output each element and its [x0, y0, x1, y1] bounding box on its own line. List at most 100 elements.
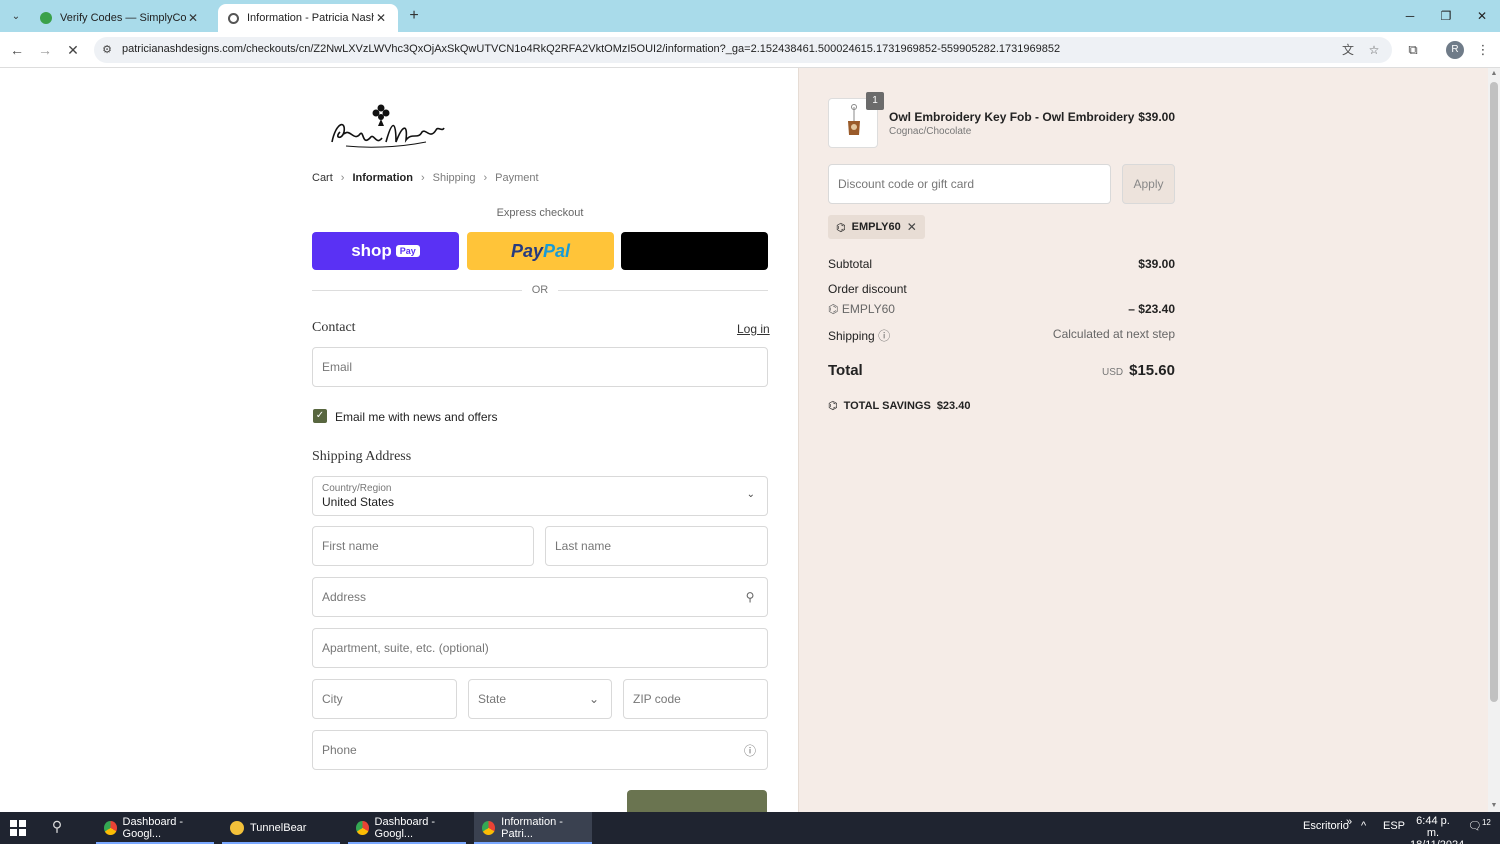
checkout-page: Cart › Information › Shipping › Payment …: [0, 68, 1500, 812]
taskbar-item-information[interactable]: Information - Patri...: [474, 812, 592, 844]
clock[interactable]: 6:44 p. m. 18/11/2024: [1410, 815, 1464, 851]
total-amount-wrap: USD $15.60: [1102, 362, 1175, 379]
tray-overflow-icon[interactable]: ^: [1361, 820, 1366, 832]
loading-favicon-icon: [228, 12, 239, 24]
discount-code: EMPLY60: [841, 302, 895, 316]
discount-code-input[interactable]: Discount code or gift card: [828, 164, 1111, 204]
first-name-field[interactable]: First name: [312, 526, 534, 566]
shop-pay-label: shop: [351, 241, 392, 260]
state-select[interactable]: State ⌄: [468, 679, 612, 719]
taskbar-label: TunnelBear: [250, 822, 307, 834]
minimize-icon[interactable]: ─: [1400, 6, 1420, 26]
total-label: Total: [828, 362, 863, 379]
chevron-right-icon: ›: [420, 172, 425, 184]
currency-code: USD: [1101, 367, 1124, 378]
tab-information[interactable]: Information - Patricia Nash - Ch ✕: [218, 4, 398, 32]
new-tab-icon[interactable]: +: [404, 6, 424, 26]
continue-to-shipping-button[interactable]: [627, 790, 767, 812]
scrollbar-thumb[interactable]: [1490, 82, 1498, 702]
profile-avatar[interactable]: R: [1446, 41, 1464, 59]
windows-start-icon[interactable]: [10, 820, 26, 836]
apply-discount-button[interactable]: Apply: [1122, 164, 1175, 204]
google-pay-button[interactable]: [621, 232, 768, 270]
page-scrollbar[interactable]: ▲ ▼: [1488, 68, 1500, 812]
window-close-icon[interactable]: ✕: [1472, 6, 1492, 26]
input-language[interactable]: ESP: [1383, 820, 1405, 832]
site-settings-icon[interactable]: ⚙: [100, 43, 114, 57]
bookmark-star-icon[interactable]: ☆: [1366, 42, 1382, 58]
taskbar-item-dashboard-1[interactable]: Dashboard - Googl...: [96, 812, 214, 844]
taskbar-item-dashboard-2[interactable]: Dashboard - Googl...: [348, 812, 466, 844]
or-separator: OR: [522, 284, 558, 296]
desktop-toolbar-label[interactable]: Escritorio: [1303, 820, 1349, 832]
state-placeholder: State: [478, 692, 507, 706]
close-icon[interactable]: ✕: [374, 11, 388, 25]
taskbar-item-tunnelbear[interactable]: TunnelBear: [222, 812, 340, 844]
remove-code-icon[interactable]: ✕: [907, 220, 917, 234]
tab-title: Information - Patricia Nash - Ch: [247, 12, 374, 24]
total-savings: ⌬ TOTAL SAVINGS $23.40: [828, 399, 970, 413]
close-icon[interactable]: ✕: [186, 11, 200, 25]
zip-placeholder: ZIP code: [633, 692, 681, 706]
breadcrumb-cart[interactable]: Cart: [312, 172, 333, 184]
address-field[interactable]: Address ⚲: [312, 577, 768, 617]
omnibox[interactable]: ⚙ patricianashdesigns.com/checkouts/cn/Z…: [94, 37, 1392, 63]
taskbar-search-icon[interactable]: ⚲: [48, 818, 66, 838]
back-icon[interactable]: ←: [7, 40, 27, 60]
country-value: United States: [322, 495, 395, 509]
scroll-up-icon[interactable]: ▲: [1490, 70, 1498, 77]
chrome-icon: [482, 821, 496, 835]
quantity-badge: 1: [866, 92, 884, 110]
paypal-label-2: Pal: [543, 240, 571, 261]
country-label: Country/Region: [322, 483, 392, 494]
tab-search-icon[interactable]: ⌄: [6, 6, 26, 26]
tag-icon: ⌬: [828, 302, 842, 316]
checkout-main: Cart › Information › Shipping › Payment …: [0, 68, 798, 812]
last-name-field[interactable]: Last name: [545, 526, 768, 566]
restore-icon[interactable]: ❐: [1436, 6, 1456, 26]
discount-code-label: ⌬ EMPLY60: [828, 302, 895, 316]
apartment-field[interactable]: Apartment, suite, etc. (optional): [312, 628, 768, 668]
country-select[interactable]: Country/Region United States ⌄: [312, 476, 768, 516]
url-text[interactable]: patricianashdesigns.com/checkouts/cn/Z2N…: [122, 43, 1322, 55]
discount-placeholder: Discount code or gift card: [838, 177, 975, 191]
paypal-button[interactable]: Pay Pal: [467, 232, 614, 270]
newsletter-label: Email me with news and offers: [335, 410, 498, 424]
stop-loading-icon[interactable]: ✕: [63, 40, 83, 60]
first-name-placeholder: First name: [322, 539, 379, 553]
city-field[interactable]: City: [312, 679, 457, 719]
patricia-nash-logo[interactable]: [326, 102, 446, 152]
shipping-label-wrap: Shipping ⓘ: [828, 327, 890, 344]
scroll-down-icon[interactable]: ▼: [1490, 802, 1498, 809]
login-link[interactable]: Log in: [737, 322, 770, 336]
shipping-label: Shipping: [828, 329, 875, 343]
notifications-icon[interactable]: 🗨12: [1468, 818, 1491, 833]
translate-icon[interactable]: 文: [1340, 42, 1356, 58]
forward-icon[interactable]: →: [35, 40, 55, 60]
shipping-address-title: Shipping Address: [312, 449, 412, 464]
address-placeholder: Address: [322, 590, 367, 604]
contact-title: Contact: [312, 320, 356, 335]
menu-icon[interactable]: ⋮: [1473, 40, 1493, 60]
zip-field[interactable]: ZIP code: [623, 679, 768, 719]
toolbar-expand-icon[interactable]: »: [1346, 816, 1352, 828]
chrome-icon: [104, 821, 117, 835]
windows-taskbar: ⚲ Dashboard - Googl... TunnelBear Dashbo…: [0, 812, 1500, 851]
search-icon[interactable]: ⚲: [742, 590, 758, 604]
email-placeholder: Email: [322, 360, 353, 374]
subtotal-row: Subtotal $39.00: [828, 257, 1175, 271]
taskbar-label: Dashboard - Googl...: [122, 816, 184, 840]
chevron-down-icon: ⌄: [746, 489, 755, 500]
notification-count: 12: [1481, 818, 1491, 827]
phone-field[interactable]: Phone ⓘ: [312, 730, 768, 770]
help-circle-icon[interactable]: ⓘ: [878, 329, 890, 343]
simplycodes-favicon-icon: [40, 12, 52, 24]
tab-simplycodes[interactable]: Verify Codes — SimplyCodes ✕: [30, 4, 210, 32]
extensions-icon[interactable]: ⧉: [1403, 40, 1423, 60]
chevron-down-icon: ⌄: [588, 692, 600, 706]
newsletter-checkbox[interactable]: ✓: [313, 409, 327, 423]
email-field[interactable]: Email: [312, 347, 768, 387]
shop-pay-button[interactable]: shop Pay: [312, 232, 459, 270]
help-circle-icon[interactable]: ⓘ: [742, 742, 758, 759]
chevron-right-icon: ›: [340, 172, 345, 184]
